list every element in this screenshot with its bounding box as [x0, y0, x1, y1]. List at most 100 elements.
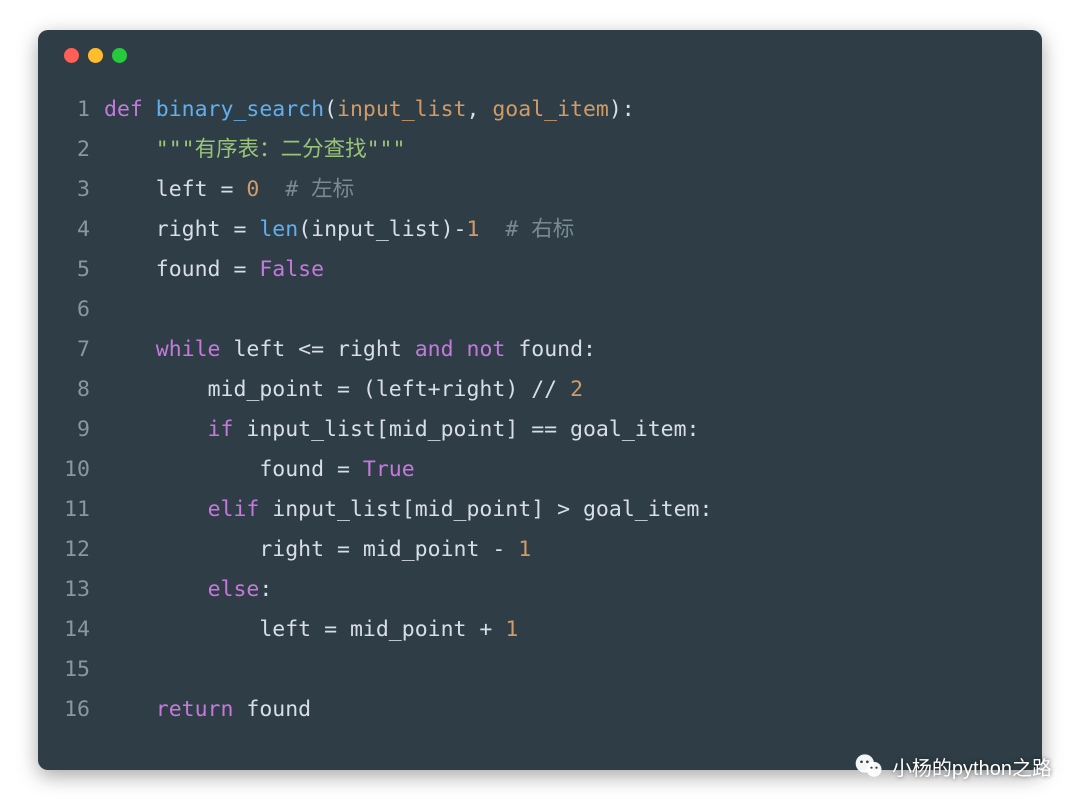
code-token: elif [208, 497, 260, 522]
code-token: def [104, 97, 156, 122]
code-token: : [699, 497, 712, 522]
code-token [454, 337, 467, 362]
line-number: 2 [58, 130, 104, 170]
code-token: found [156, 257, 234, 282]
line-number: 3 [58, 170, 104, 210]
window-titlebar [58, 44, 1022, 68]
code-token [104, 617, 259, 642]
code-line: 11 elif input_list[mid_point] > goal_ite… [58, 490, 1022, 530]
code-token [221, 337, 234, 362]
line-number: 9 [58, 410, 104, 450]
minimize-window-dot[interactable] [88, 48, 103, 63]
code-line: 13 else: [58, 570, 1022, 610]
line-number: 4 [58, 210, 104, 250]
code-token [104, 497, 208, 522]
code-token: if [208, 417, 234, 442]
code-token: mid_point [363, 537, 492, 562]
code-token: input_list [272, 497, 401, 522]
code-token [104, 177, 156, 202]
code-token: 0 [246, 177, 259, 202]
line-number: 12 [58, 530, 104, 570]
code-token [505, 337, 518, 362]
code-content: found = False [104, 250, 1022, 290]
code-token: = [337, 457, 363, 482]
code-token: goal_item [583, 497, 700, 522]
code-token: left [156, 177, 221, 202]
code-line: 15 [58, 650, 1022, 690]
code-token: + [428, 377, 441, 402]
line-number: 16 [58, 690, 104, 730]
code-token: <= [298, 337, 337, 362]
watermark-text: 小杨的python之路 [892, 752, 1052, 781]
code-token: left [233, 337, 298, 362]
code-token: else [208, 577, 260, 602]
code-token: found [259, 457, 337, 482]
code-token: """有序表：二分查找""" [156, 137, 406, 162]
code-content [104, 290, 1022, 330]
code-token [104, 217, 156, 242]
code-line: 8 mid_point = (left+right) // 2 [58, 370, 1022, 410]
code-token: binary_search [156, 97, 324, 122]
code-token: = [221, 177, 247, 202]
code-token: - [492, 537, 518, 562]
code-token: 2 [570, 377, 583, 402]
line-number: 8 [58, 370, 104, 410]
code-token [233, 697, 246, 722]
close-window-dot[interactable] [64, 48, 79, 63]
wechat-icon [854, 751, 884, 781]
code-token [104, 257, 156, 282]
code-token [479, 217, 505, 242]
line-number: 6 [58, 290, 104, 330]
code-token: ) // [505, 377, 570, 402]
code-line: 4 right = len(input_list)-1 # 右标 [58, 210, 1022, 250]
code-token: = [324, 617, 350, 642]
code-token: ( [324, 97, 337, 122]
code-token: right [156, 217, 234, 242]
code-token: return [156, 697, 234, 722]
code-token [104, 537, 259, 562]
maximize-window-dot[interactable] [112, 48, 127, 63]
code-token: goal_item [570, 417, 687, 442]
code-token [104, 697, 156, 722]
code-token [104, 457, 259, 482]
code-token: = [233, 217, 259, 242]
code-line: 3 left = 0 # 左标 [58, 170, 1022, 210]
code-token: found [246, 697, 311, 722]
line-number: 13 [58, 570, 104, 610]
code-line: 16 return found [58, 690, 1022, 730]
code-area: 1def binary_search(input_list, goal_item… [58, 90, 1022, 730]
code-content: elif input_list[mid_point] > goal_item: [104, 490, 1022, 530]
code-content: while left <= right and not found: [104, 330, 1022, 370]
code-content: """有序表：二分查找""" [104, 130, 1022, 170]
code-token: right [259, 537, 337, 562]
code-token: input_list [337, 97, 466, 122]
code-token [259, 497, 272, 522]
code-line: 9 if input_list[mid_point] == goal_item: [58, 410, 1022, 450]
code-token: = [337, 537, 363, 562]
line-number: 14 [58, 610, 104, 650]
code-token: ] > [531, 497, 583, 522]
code-token: mid_point [208, 377, 337, 402]
code-token: right [337, 337, 415, 362]
line-number: 15 [58, 650, 104, 690]
code-token: , [466, 97, 492, 122]
code-token: right [441, 377, 506, 402]
code-token: input_list [311, 217, 440, 242]
code-token: ( [298, 217, 311, 242]
code-token: while [156, 337, 221, 362]
code-token: ): [609, 97, 635, 122]
code-content: else: [104, 570, 1022, 610]
line-number: 11 [58, 490, 104, 530]
code-line: 10 found = True [58, 450, 1022, 490]
code-editor-window: 1def binary_search(input_list, goal_item… [38, 30, 1042, 770]
code-token: mid_point [350, 617, 479, 642]
code-token: : [687, 417, 700, 442]
code-token: = [233, 257, 259, 282]
code-token: 1 [518, 537, 531, 562]
code-content: left = mid_point + 1 [104, 610, 1022, 650]
code-line: 1def binary_search(input_list, goal_item… [58, 90, 1022, 130]
code-token [104, 417, 208, 442]
code-token [104, 137, 156, 162]
code-content: return found [104, 690, 1022, 730]
code-content: mid_point = (left+right) // 2 [104, 370, 1022, 410]
